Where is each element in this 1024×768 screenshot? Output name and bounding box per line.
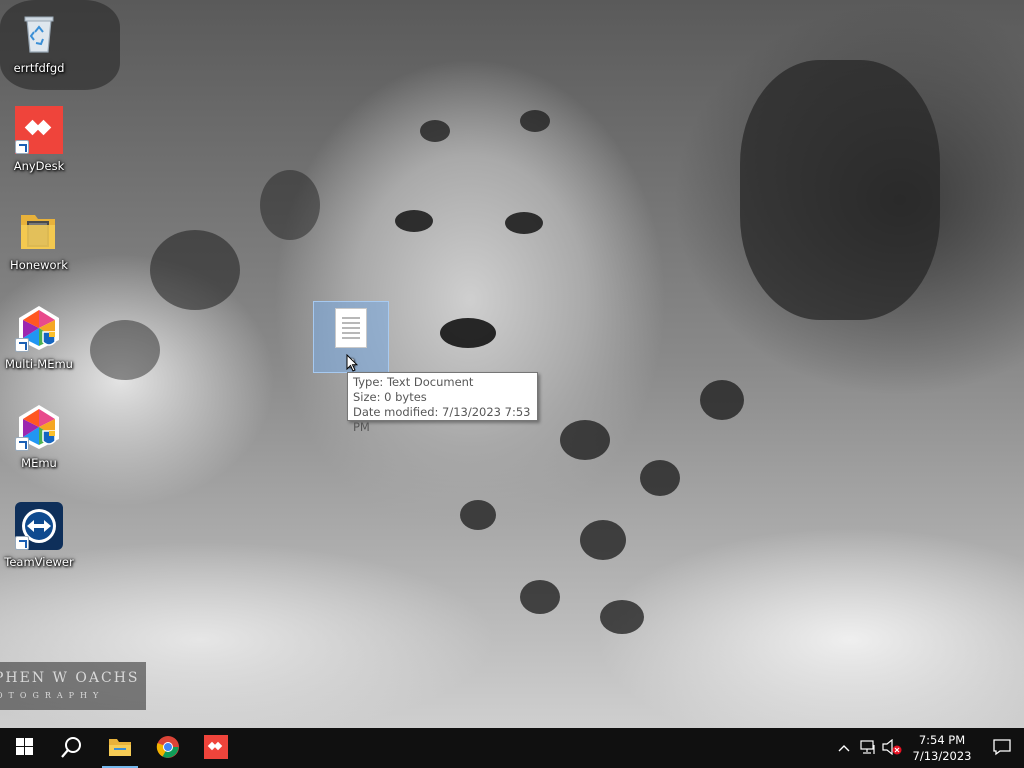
- shortcut-arrow-icon: [15, 338, 29, 352]
- clock-date: 7/13/2023: [912, 749, 972, 763]
- multi-memu-icon: [15, 304, 63, 352]
- chrome-icon: [156, 735, 180, 762]
- mouse-cursor-icon: [346, 353, 359, 372]
- notification-icon: [993, 738, 1011, 759]
- desktop-icon-honework[interactable]: Honework: [1, 201, 77, 289]
- folder-icon: [15, 205, 63, 253]
- wallpaper-spot: [520, 110, 550, 132]
- search-icon: [61, 736, 83, 761]
- anydesk-icon: [204, 734, 228, 762]
- tooltip-date-modified: Date modified: 7/13/2023 7:53 PM: [353, 405, 531, 434]
- wallpaper-spot: [260, 170, 320, 240]
- wallpaper-spot: [700, 380, 744, 420]
- volume-button[interactable]: [880, 728, 904, 768]
- desktop-wallpaper: [0, 0, 1024, 728]
- start-button[interactable]: [0, 728, 48, 768]
- desktop-icon-label: AnyDesk: [13, 159, 65, 173]
- network-icon: [859, 739, 877, 758]
- recycle-bin-icon: [15, 8, 63, 56]
- wallpaper-spot: [420, 120, 450, 142]
- watermark-line-2: OTOGRAPHY: [0, 691, 105, 700]
- taskbar-file-explorer[interactable]: [96, 728, 144, 768]
- desktop-icon-multi-memu[interactable]: Multi-MEmu: [1, 300, 77, 388]
- watermark-line-1: PHEN W OACHS: [0, 670, 140, 686]
- action-center-button[interactable]: [980, 728, 1024, 768]
- clock-time: 7:54 PM: [918, 733, 966, 747]
- volume-muted-icon: [882, 738, 902, 758]
- text-document-icon: [335, 308, 367, 348]
- desktop-icon-label: MEmu: [21, 456, 57, 470]
- shortcut-arrow-icon: [15, 536, 29, 550]
- network-button[interactable]: [856, 728, 880, 768]
- wallpaper-spot: [600, 600, 644, 634]
- taskbar: 7:54 PM 7/13/2023: [0, 728, 1024, 768]
- desktop-icon-label: Honework: [10, 258, 68, 272]
- wallpaper-spot: [640, 460, 680, 496]
- tooltip-type: Type: Text Document: [353, 375, 474, 389]
- wallpaper-spot: [460, 500, 496, 530]
- shortcut-arrow-icon: [15, 140, 29, 154]
- search-button[interactable]: [48, 728, 96, 768]
- shortcut-arrow-icon: [15, 437, 29, 451]
- chevron-up-icon: [838, 741, 850, 755]
- desktop-icon-label: TeamViewer: [4, 555, 74, 569]
- desktop-icon-anydesk[interactable]: AnyDesk: [1, 102, 77, 190]
- taskbar-anydesk[interactable]: [192, 728, 240, 768]
- teamviewer-icon: [15, 502, 63, 550]
- wallpaper-leopard-eye: [395, 210, 433, 232]
- wallpaper-shadow: [740, 60, 940, 320]
- wallpaper-leopard-nose: [440, 318, 496, 348]
- desktop-icon-label: errtfdfgd: [13, 61, 65, 75]
- wallpaper-spot: [520, 580, 560, 614]
- wallpaper-leopard-eye: [505, 212, 543, 234]
- desktop-icon-label: Multi-MEmu: [5, 357, 73, 371]
- show-hidden-icons-button[interactable]: [832, 728, 856, 768]
- desktop-icon-teamviewer[interactable]: TeamViewer: [1, 498, 77, 586]
- desktop-icon-recycle-bin[interactable]: errtfdfgd: [1, 4, 77, 92]
- file-info-tooltip: Type: Text Document Size: 0 bytes Date m…: [347, 372, 538, 434]
- desktop-icon-memu[interactable]: MEmu: [1, 399, 77, 487]
- wallpaper-spot: [560, 420, 610, 460]
- anydesk-icon: [15, 106, 63, 154]
- tooltip-size: Size: 0 bytes: [353, 390, 427, 404]
- wallpaper-spot: [150, 230, 240, 310]
- wallpaper-watermark: PHEN W OACHS OTOGRAPHY: [0, 662, 146, 710]
- taskbar-chrome[interactable]: [144, 728, 192, 768]
- memu-icon: [15, 403, 63, 451]
- windows-logo-icon: [15, 738, 33, 758]
- folder-icon: [108, 737, 132, 760]
- system-tray: 7:54 PM 7/13/2023: [832, 728, 1024, 768]
- wallpaper-spot: [580, 520, 626, 560]
- wallpaper-spot: [90, 320, 160, 380]
- taskbar-clock[interactable]: 7:54 PM 7/13/2023: [904, 728, 980, 768]
